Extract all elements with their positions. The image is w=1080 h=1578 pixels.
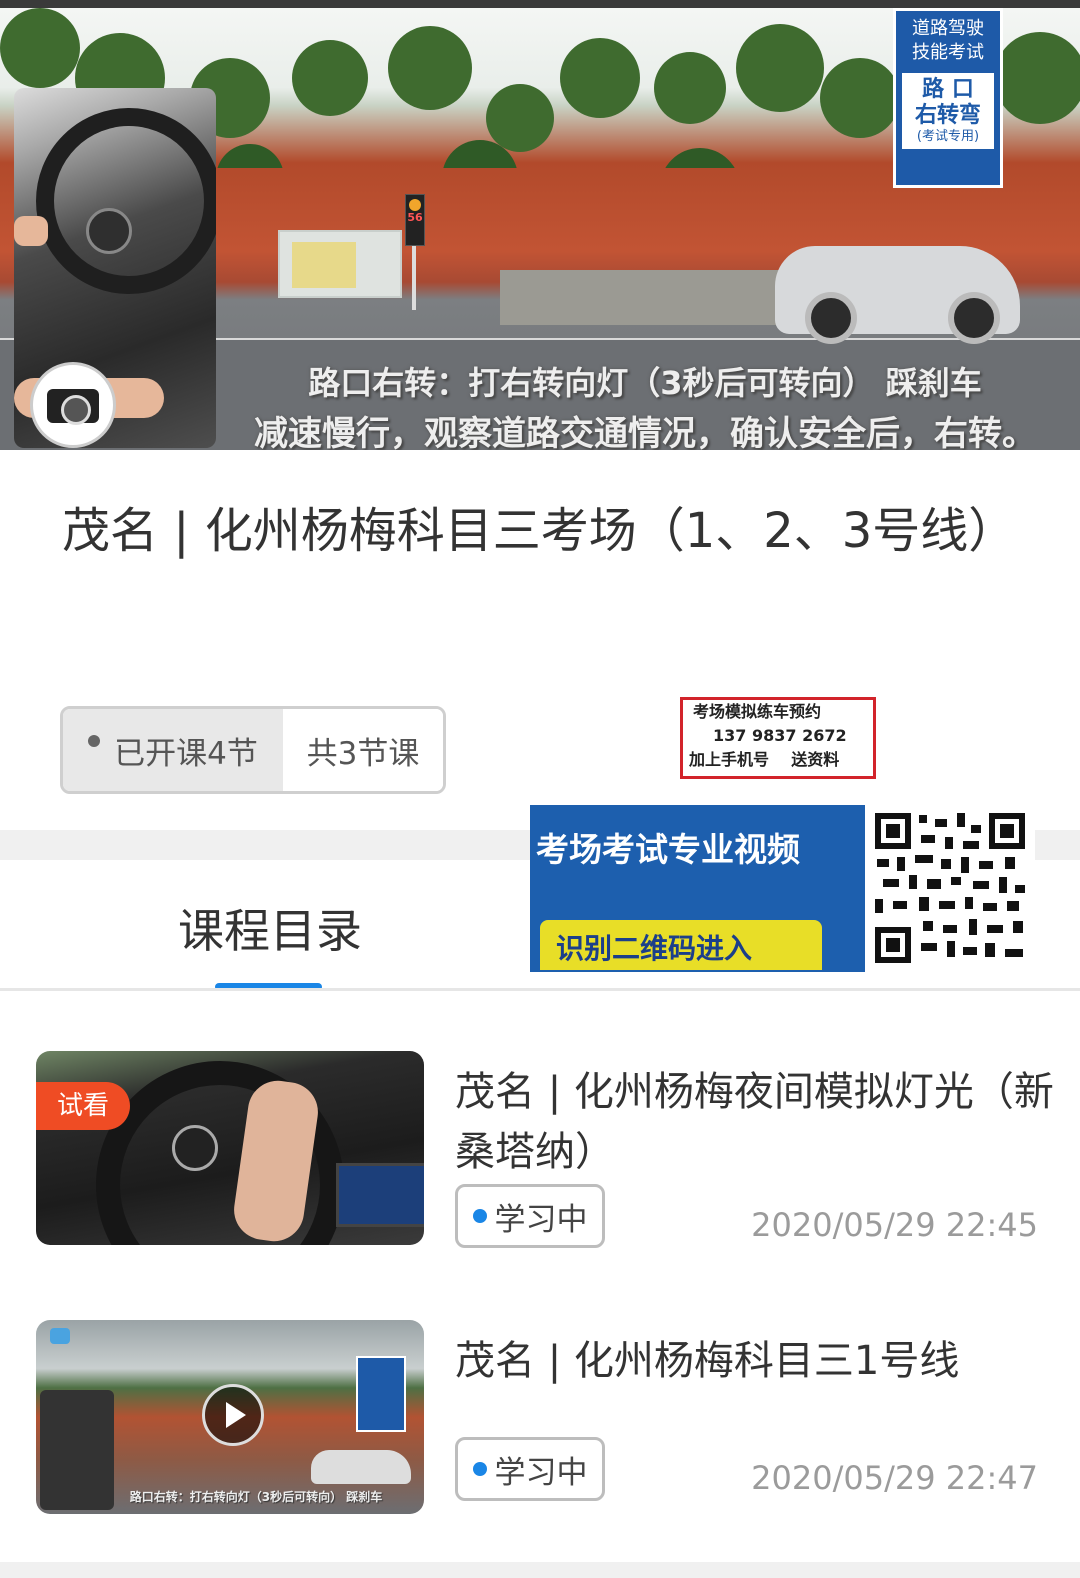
status-bar (0, 0, 1080, 8)
status-dot-icon (472, 1209, 487, 1223)
course-title: 茂名 | 化州杨梅科目三考场（1、2、3号线） (62, 503, 1017, 559)
lesson-title[interactable]: 茂名 | 化州杨梅科目三1号线 (455, 1331, 1055, 1391)
hand-on-wheel (14, 216, 48, 246)
lesson-count-toggle: 已开课4节 共3节课 (60, 706, 446, 794)
ad-phone: 137 9837 2672 (713, 726, 847, 745)
play-icon[interactable] (202, 1384, 264, 1446)
opened-lessons-segment[interactable]: 已开课4节 (63, 709, 283, 791)
sign-top-text: 道路驾驶 技能考试 (912, 18, 984, 63)
tab-divider (0, 988, 1080, 991)
dashboard-screen (336, 1163, 424, 1227)
sign-main-line1: 路 口 (922, 77, 974, 102)
sign-note: (考试专用) (916, 129, 980, 144)
video-caption-line2: 减速慢行，观察道路交通情况，确认安全后，右转。 (254, 414, 1036, 450)
camera-icon (30, 362, 116, 448)
status-dot-icon (472, 1462, 487, 1476)
ad-line3: 加上手机号 送资料 (689, 750, 840, 769)
car (311, 1450, 411, 1484)
thumbnail-caption: 路口右转：打右转向灯（3秒后可转向） 踩刹车 (129, 1490, 383, 1504)
signal-pole (412, 244, 416, 310)
traffic-light: 56 (405, 194, 425, 246)
qr-promo-banner[interactable]: 考场考试专业视频 识别二维码进入 (530, 805, 1035, 972)
steering-hub (86, 208, 132, 254)
lesson-status-label: 学习中 (494, 1454, 588, 1491)
cloud-icon (50, 1328, 70, 1344)
exam-road-sign: 道路驾驶 技能考试 路 口 右转弯 (考试专用) (893, 8, 1003, 188)
booth (278, 230, 402, 298)
video-caption-line1: 路口右转：打右转向灯（3秒后可转向） 踩刹车 (308, 364, 982, 402)
bottom-separator (0, 1562, 1080, 1578)
barrier-wall (500, 270, 820, 325)
status-dot-icon (88, 735, 101, 747)
lesson-title[interactable]: 茂名 | 化州杨梅夜间模拟灯光（新桑塔纳） (455, 1062, 1055, 1182)
tab-course-catalog[interactable]: 课程目录 (170, 895, 370, 961)
lesson-thumbnail[interactable] (36, 1051, 424, 1245)
trial-badge: 试看 (36, 1082, 130, 1130)
car (775, 246, 1020, 344)
course-video-player[interactable]: 56 道路驾驶 技能考试 路 口 右转弯 (考试专用) 路口右转：打右转向灯（3… (0, 8, 1080, 450)
booking-ad: 考场模拟练车预约 137 9837 2672 加上手机号 送资料 (680, 697, 876, 779)
total-lessons-label: 共3节课 (306, 735, 420, 772)
steering-wheel (36, 108, 216, 294)
lesson-status-label: 学习中 (494, 1201, 588, 1238)
ad-line1: 考场模拟练车预约 (693, 702, 822, 721)
lesson-status-chip: 学习中 (455, 1184, 605, 1248)
exam-road-sign (356, 1356, 406, 1432)
lesson-timestamp: 2020/05/29 22:45 (751, 1206, 1038, 1244)
total-lessons-segment[interactable]: 共3节课 (283, 709, 443, 791)
car-logo (172, 1125, 218, 1171)
promo-title: 考场考试专业视频 (536, 830, 800, 869)
lesson-status-chip: 学习中 (455, 1437, 605, 1501)
lesson-thumbnail[interactable]: 路口右转：打右转向灯（3秒后可转向） 踩刹车 (36, 1320, 424, 1514)
qr-code-icon (865, 805, 1035, 972)
sign-main-line2: 右转弯 (914, 103, 981, 128)
promo-enter-button: 识别二维码进入 (540, 920, 822, 970)
opened-lessons-label: 已开课4节 (114, 735, 258, 772)
lesson-timestamp: 2020/05/29 22:47 (751, 1459, 1038, 1497)
